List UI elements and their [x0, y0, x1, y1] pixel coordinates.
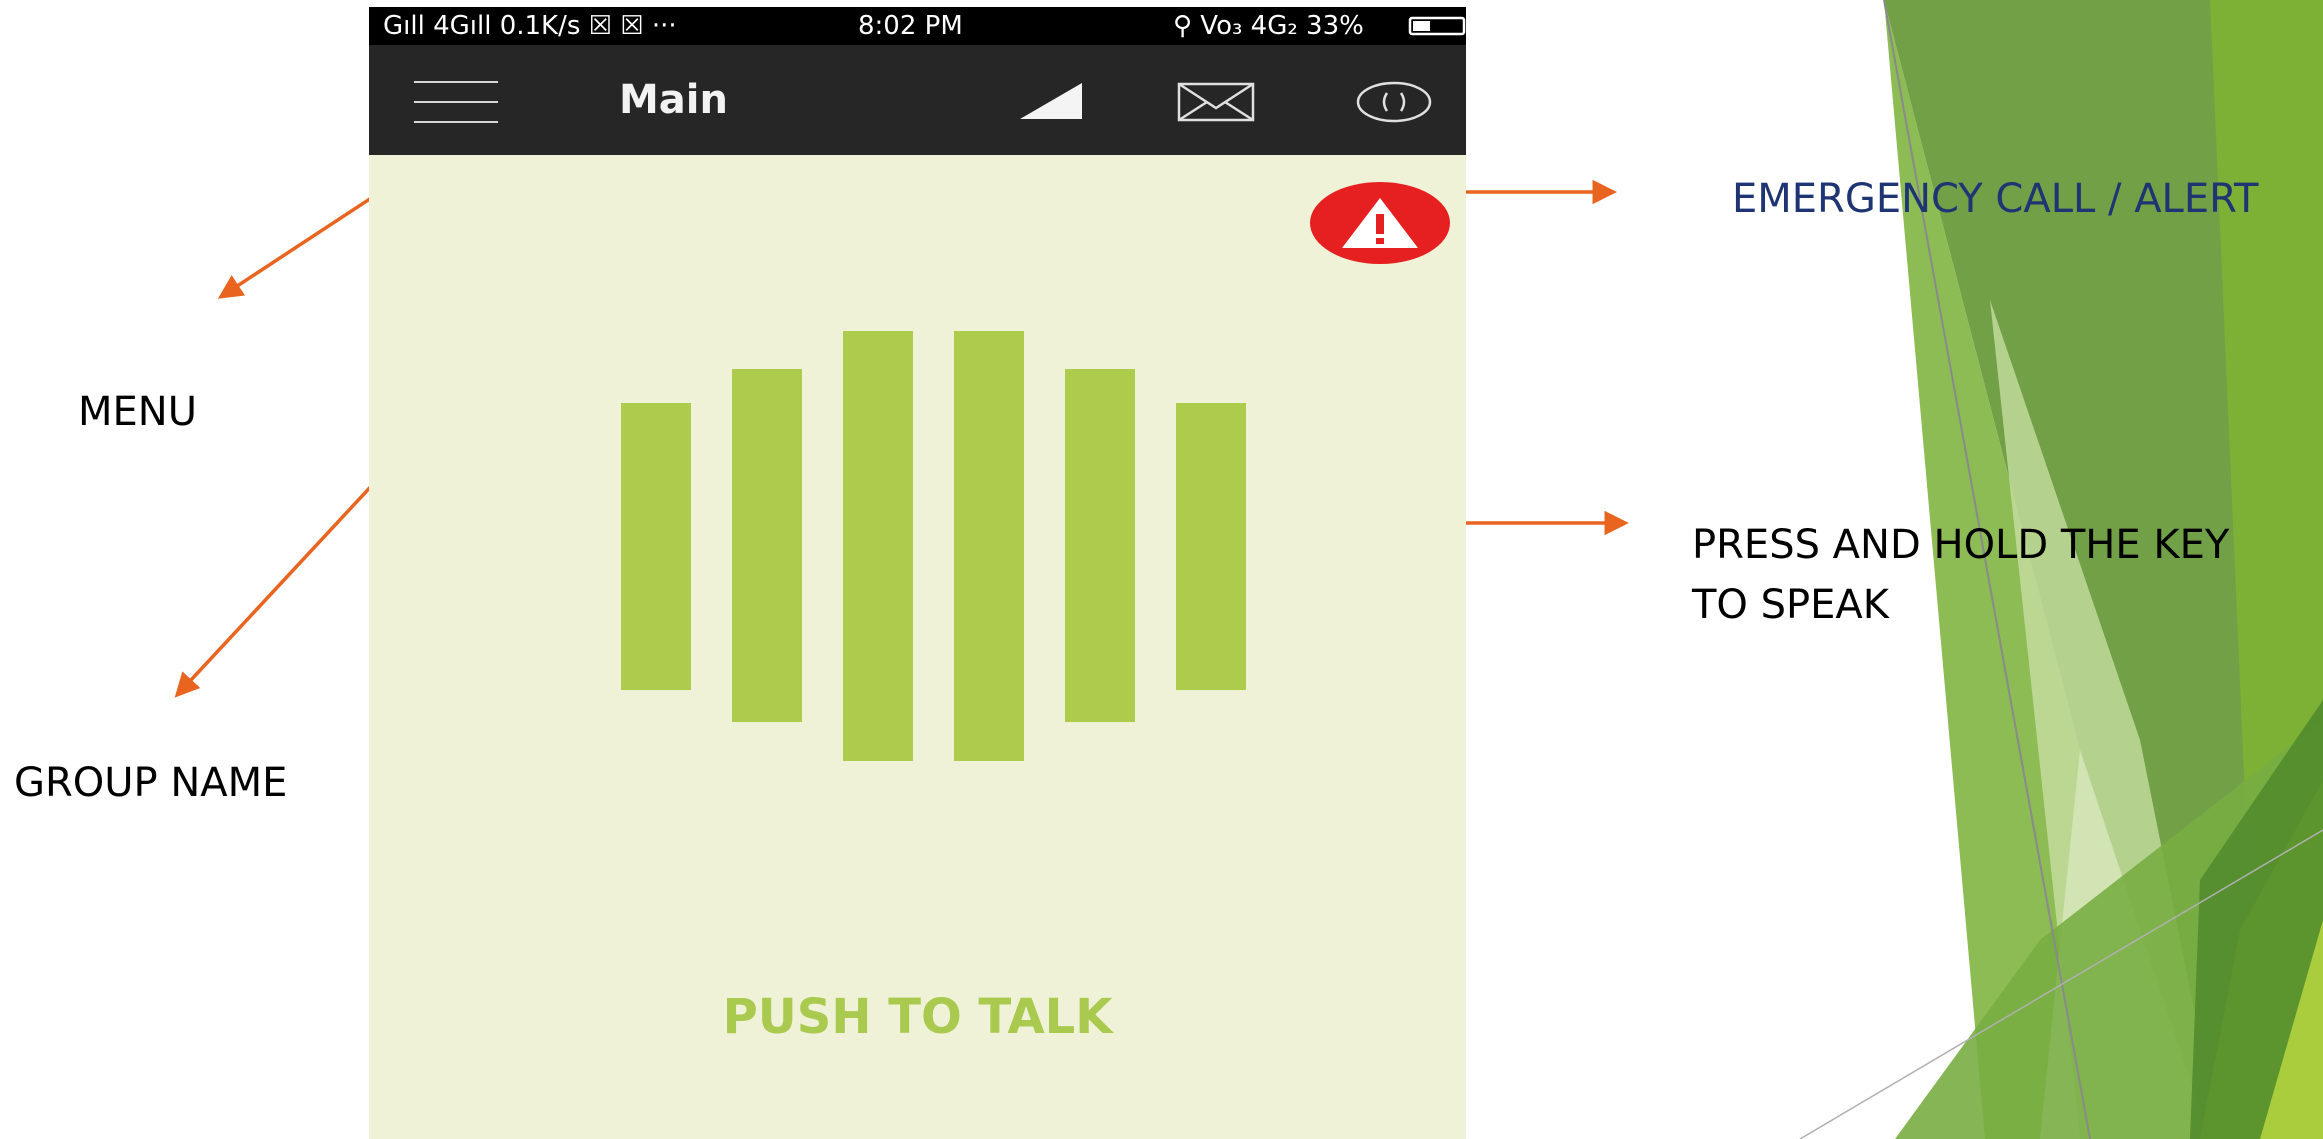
voice-bar [732, 369, 802, 722]
warning-icon [1342, 198, 1418, 248]
status-network-text: Gıll 4Gıll 0.1K/s ☒ ☒ ··· [383, 11, 677, 41]
voice-bar [621, 403, 691, 690]
voice-bar [1065, 369, 1135, 722]
battery-icon [1408, 16, 1466, 36]
voice-bars-icon [621, 331, 1246, 761]
group-name-title[interactable]: Main [619, 75, 728, 125]
emergency-alert-button[interactable] [1310, 182, 1450, 264]
signal-strength-icon [1020, 83, 1082, 119]
voice-bar [843, 331, 913, 761]
push-to-talk-key[interactable] [621, 319, 1247, 761]
status-time: 8:02 PM [858, 11, 963, 41]
emergency-annotation: EMERGENCY CALL / ALERT [1732, 176, 2259, 222]
voice-bar [954, 331, 1024, 761]
voice-bar [1176, 403, 1246, 690]
menu-icon[interactable] [414, 80, 498, 124]
ring-icon[interactable] [1355, 80, 1433, 124]
push-to-talk-label[interactable]: PUSH TO TALK [369, 987, 1466, 1047]
menu-annotation: MENU [78, 389, 197, 435]
group-name-annotation: GROUP NAME [14, 760, 288, 806]
press-hold-annotation-line1: PRESS AND HOLD THE KEY [1692, 522, 2230, 568]
slide: Gıll 4Gıll 0.1K/s ☒ ☒ ··· 8:02 PM ⚲ Vo₃ … [0, 0, 2323, 1139]
status-bar: Gıll 4Gıll 0.1K/s ☒ ☒ ··· 8:02 PM ⚲ Vo₃ … [369, 7, 1466, 45]
status-right-text: ⚲ Vo₃ 4G₂ 33% [1173, 11, 1364, 41]
phone-screenshot: Gıll 4Gıll 0.1K/s ☒ ☒ ··· 8:02 PM ⚲ Vo₃ … [369, 7, 1466, 1139]
mail-icon[interactable] [1177, 82, 1255, 122]
app-bar: Main [369, 45, 1466, 155]
press-hold-annotation-line2: TO SPEAK [1692, 582, 1890, 628]
